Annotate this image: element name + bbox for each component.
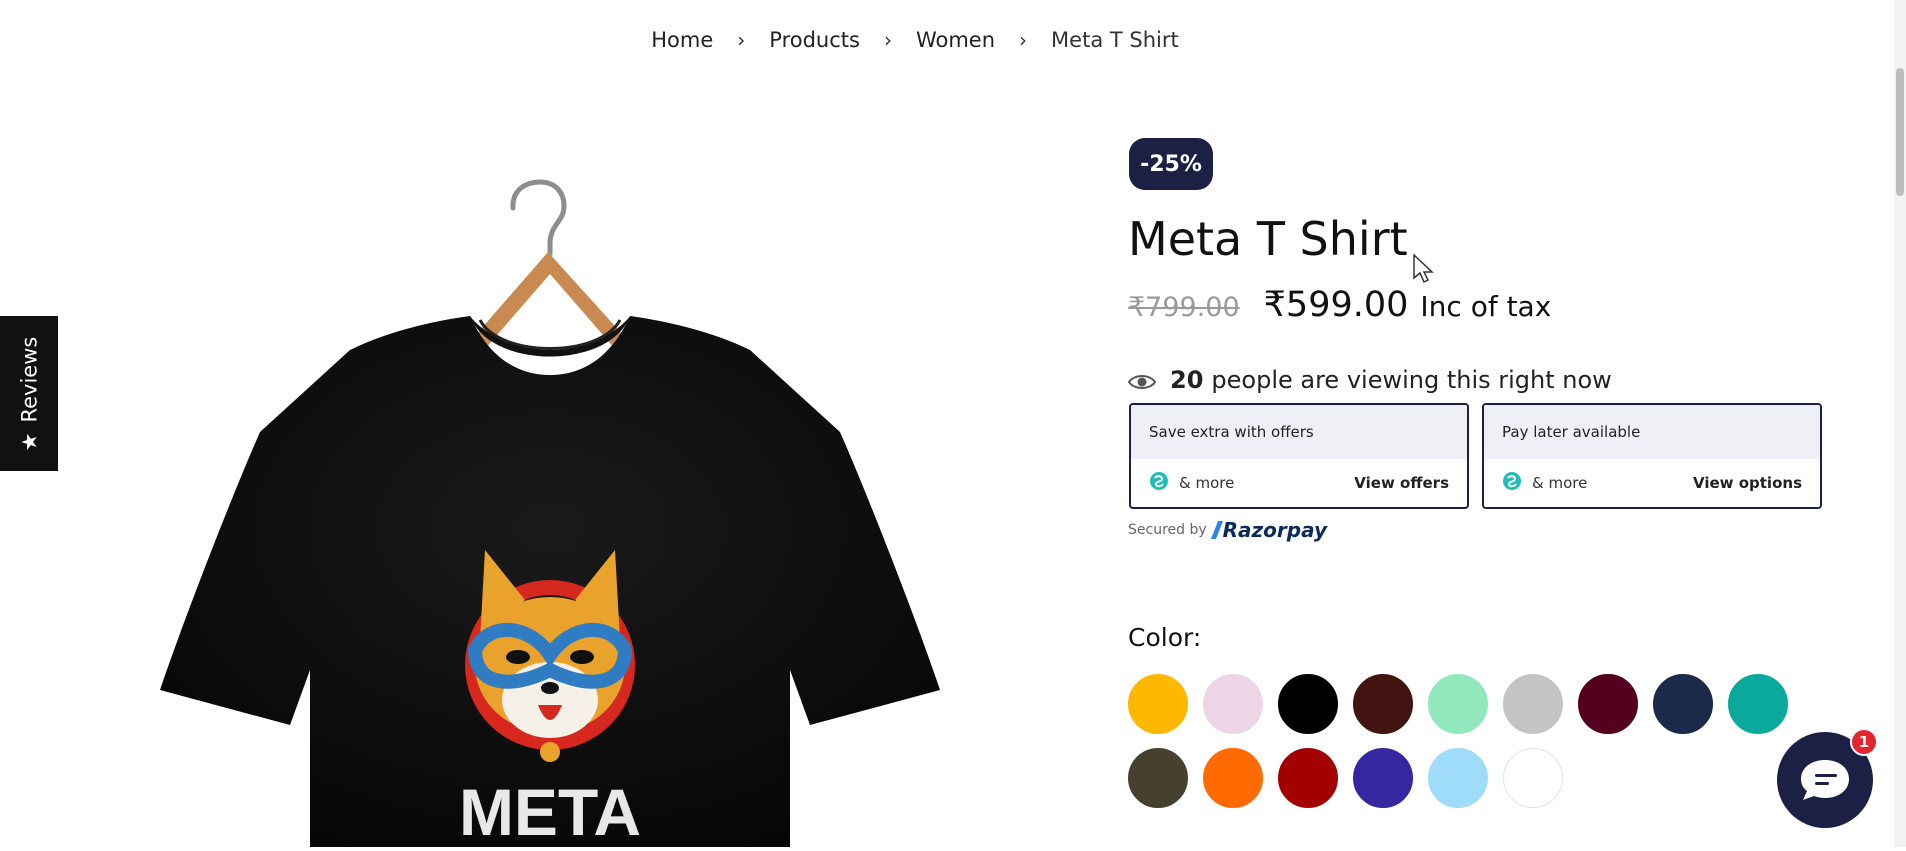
eye-icon — [1127, 370, 1157, 390]
breadcrumb-home[interactable]: Home — [651, 28, 713, 52]
mouse-cursor-icon — [1413, 254, 1434, 284]
color-swatch[interactable] — [1503, 748, 1563, 808]
breadcrumb-separator: › — [737, 28, 746, 52]
secured-by-prefix: Secured by — [1128, 522, 1207, 538]
offers-card-title: Save extra with offers — [1131, 405, 1467, 459]
color-swatch[interactable] — [1503, 674, 1563, 734]
razorpay-mark-icon — [1210, 521, 1223, 539]
razorpay-brand-text: Razorpay — [1222, 518, 1328, 542]
product-image[interactable]: META — [140, 170, 970, 849]
viewers-notice: 20 people are viewing this right now — [1127, 366, 1612, 394]
color-swatch[interactable] — [1278, 674, 1338, 734]
razorpay-logo: Razorpay — [1210, 518, 1328, 542]
view-offers-link[interactable]: View offers — [1354, 474, 1449, 492]
breadcrumb-women[interactable]: Women — [916, 28, 995, 52]
scrollbar-track[interactable] — [1894, 0, 1906, 847]
chat-bubble-icon — [1801, 760, 1849, 800]
scrollbar-thumb[interactable] — [1896, 68, 1904, 196]
color-swatch[interactable] — [1203, 674, 1263, 734]
color-swatch[interactable] — [1203, 748, 1263, 808]
viewers-text: people are viewing this right now — [1211, 366, 1612, 394]
color-swatch[interactable] — [1278, 748, 1338, 808]
reviews-tab[interactable]: ★ Reviews — [0, 316, 58, 471]
original-price: ₹799.00 — [1128, 292, 1240, 323]
color-label: Color: — [1128, 623, 1202, 652]
reviews-tab-label: Reviews — [17, 336, 42, 423]
breadcrumb-products[interactable]: Products — [769, 28, 860, 52]
price-row: ₹799.00 ₹599.00 Inc of tax — [1128, 285, 1551, 325]
price-tax-note: Inc of tax — [1420, 290, 1552, 323]
payment-app-icon — [1149, 470, 1169, 496]
viewers-count: 20 — [1170, 366, 1204, 394]
color-swatches — [1128, 674, 1788, 808]
pay-later-card[interactable]: Pay later available & more View options — [1482, 403, 1822, 509]
product-image-text: META — [459, 775, 641, 847]
color-swatch[interactable] — [1353, 674, 1413, 734]
view-options-link[interactable]: View options — [1693, 474, 1802, 492]
color-swatch[interactable] — [1128, 748, 1188, 808]
chat-notification-badge: 1 — [1850, 728, 1878, 756]
breadcrumb-separator: › — [883, 28, 892, 52]
color-swatch[interactable] — [1428, 674, 1488, 734]
color-swatch[interactable] — [1428, 748, 1488, 808]
payment-app-icon — [1502, 470, 1522, 496]
offers-card-sub: & more — [1179, 474, 1235, 492]
breadcrumb-separator: › — [1019, 28, 1028, 52]
color-swatch[interactable] — [1578, 674, 1638, 734]
color-swatch[interactable] — [1728, 674, 1788, 734]
star-icon: ★ — [17, 432, 42, 451]
breadcrumb: Home › Products › Women › Meta T Shirt — [0, 28, 1868, 52]
color-swatch[interactable] — [1128, 674, 1188, 734]
sale-price: ₹599.00 — [1263, 285, 1409, 325]
offers-card[interactable]: Save extra with offers & more View offer… — [1129, 403, 1469, 509]
pay-later-card-sub: & more — [1532, 474, 1588, 492]
breadcrumb-current: Meta T Shirt — [1051, 28, 1179, 52]
discount-badge: -25% — [1129, 138, 1213, 190]
pay-later-card-title: Pay later available — [1484, 405, 1820, 459]
secured-by: Secured by Razorpay — [1128, 518, 1327, 542]
product-title: Meta T Shirt — [1128, 212, 1408, 266]
color-swatch[interactable] — [1353, 748, 1413, 808]
color-swatch[interactable] — [1653, 674, 1713, 734]
